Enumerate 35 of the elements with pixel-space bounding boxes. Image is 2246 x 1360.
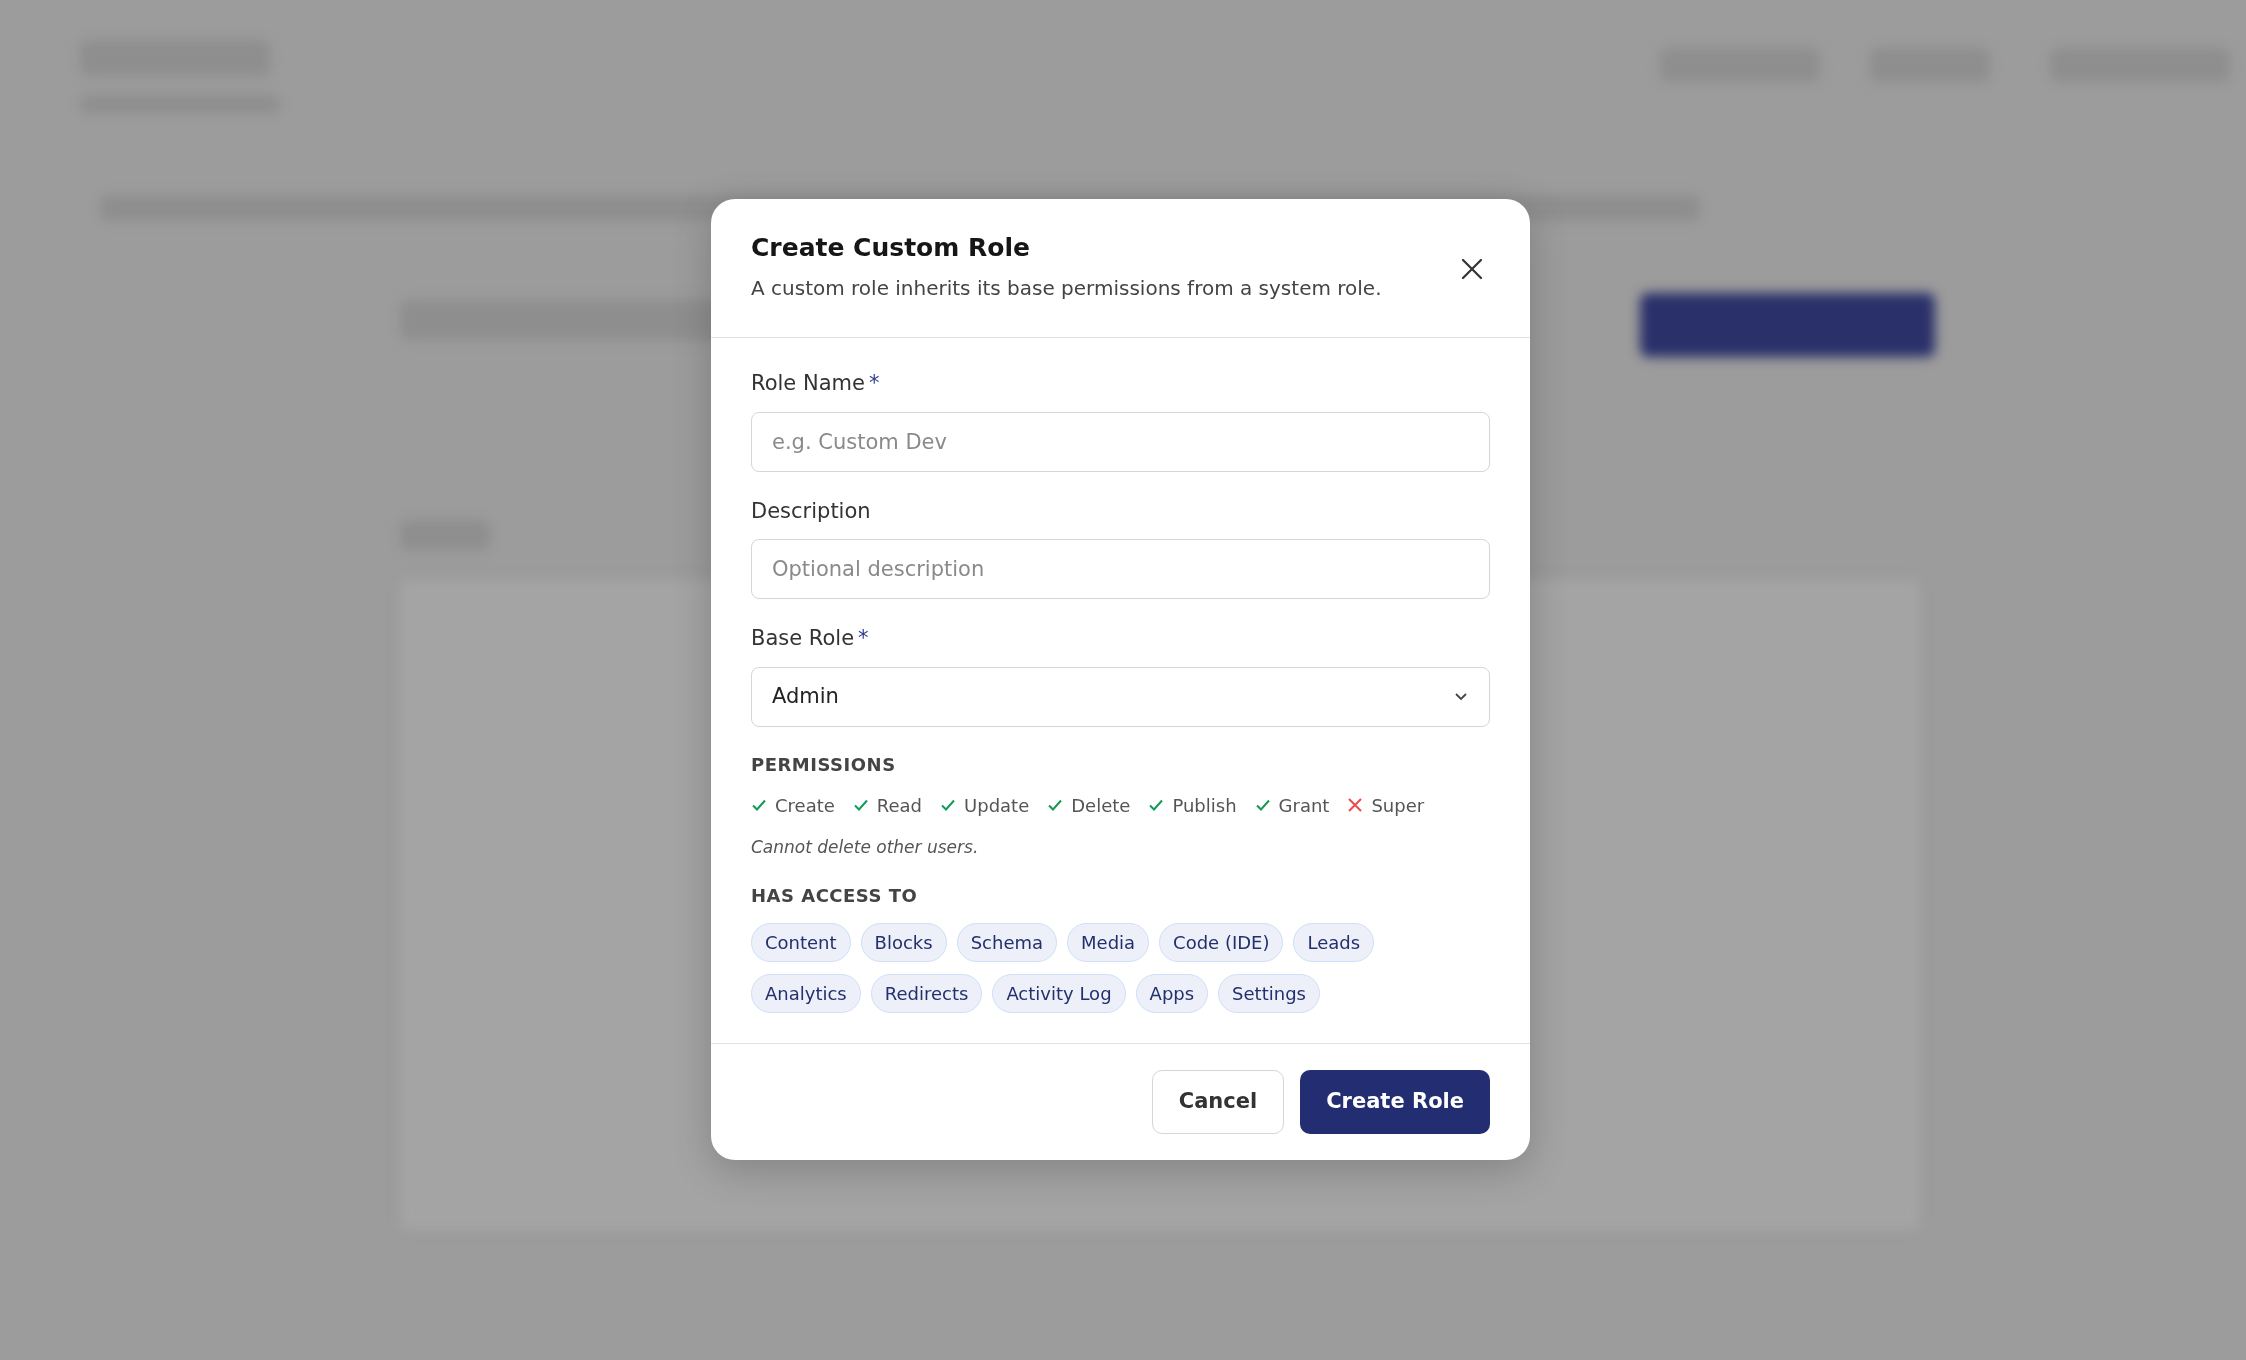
permission-label: Delete [1071,793,1131,818]
dialog-title: Create Custom Role [751,233,1031,263]
dialog-subtitle: A custom role inherits its base permissions from a system role. [751,275,1383,302]
access-tag: Media [1067,923,1150,962]
select-field[interactable]: Admin [751,666,1490,727]
field-label: Description [751,498,871,523]
section-heading: HAS ACCESS TO [751,884,919,908]
access-tag: Settings [1218,974,1320,1013]
permission-note: Cannot delete other users. [751,835,980,859]
permission-label: Update [964,793,1030,818]
access-tag: Analytics [751,974,861,1013]
input-field[interactable]: e.g. Custom Dev [751,411,1490,472]
access-tag: Apps [1135,974,1209,1013]
create-role-button[interactable]: Create Role [1300,1070,1490,1134]
permission-label: Grant [1278,793,1330,818]
close-icon [1461,258,1483,280]
access-tag: Blocks [860,923,947,962]
input-field[interactable]: Optional description [751,539,1490,599]
permission-label: Publish [1172,793,1237,818]
permission-label: Read [876,793,923,818]
access-tag: Activity Log [992,974,1126,1013]
cancel-button[interactable]: Cancel [1151,1070,1285,1134]
field-label: Role Name [751,371,865,395]
section-heading: PERMISSIONS [751,752,897,777]
access-tag: Code (IDE) [1159,923,1284,962]
access-tag: Redirects [870,974,983,1013]
access-tag: Content [751,923,851,962]
required-mark: * [868,371,880,395]
access-tag: Leads [1293,923,1375,962]
access-tag: Schema [956,923,1058,962]
required-mark: * [858,626,869,650]
permission-label: Create [775,793,835,818]
permission-label: Super [1371,793,1425,818]
chevron-down-icon [1453,691,1469,702]
field-label: Base Role [751,626,855,650]
